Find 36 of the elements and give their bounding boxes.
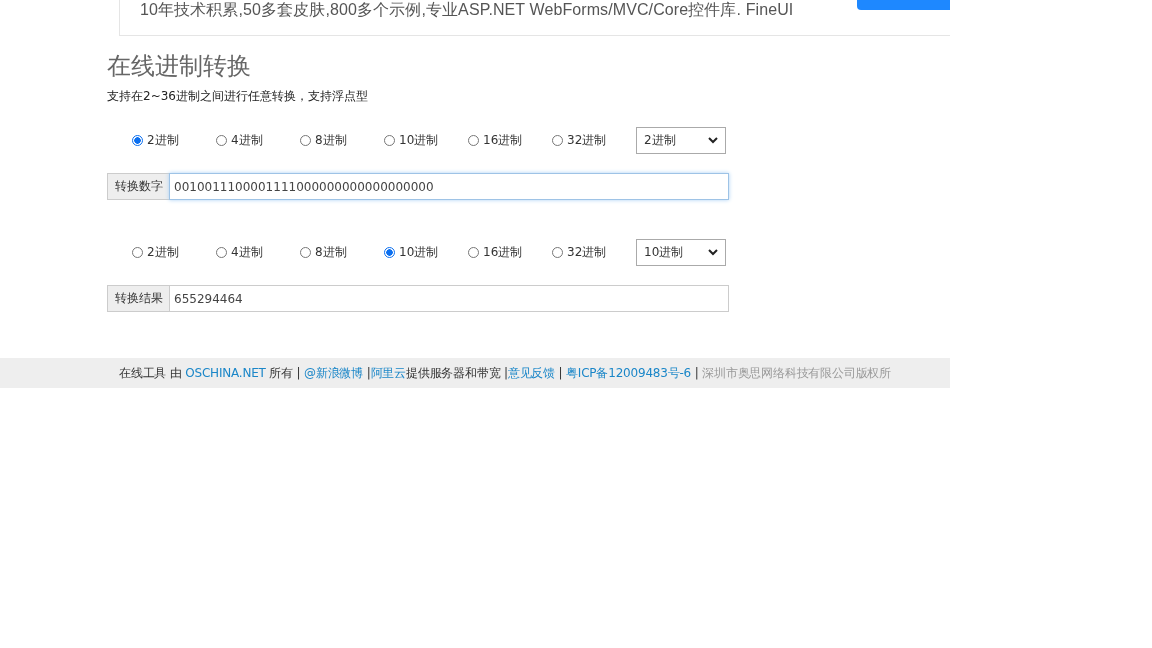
input-field[interactable]: 655294464 — [169, 285, 729, 312]
radio-option[interactable]: 2进制 — [132, 131, 216, 149]
radio-option[interactable]: 8进制 — [300, 131, 384, 149]
footer-text: 在线工具 由 — [119, 364, 183, 382]
chevron-down-icon — [708, 136, 718, 144]
footer-text: 所有 | — [268, 364, 302, 382]
banner-text: 10年技术积累,50多套皮肤,800多个示例,专业ASP.NET WebForms/MVC/Core控件库. FineUI — [140, 0, 794, 20]
base-dropdown[interactable]: 10进制 — [636, 238, 726, 266]
radio-option[interactable]: 10进制 — [384, 131, 468, 149]
footer-text: | — [557, 366, 564, 380]
footer-text: | — [693, 366, 700, 380]
radio-option[interactable]: 32进制 — [552, 243, 636, 261]
field-label: 转换数字 — [107, 173, 169, 200]
footer-text: | — [365, 366, 371, 380]
copyright-text: 深圳市奥思网络科技有限公司版权所 — [702, 364, 891, 382]
base-dropdown[interactable]: 2进制 — [636, 126, 726, 154]
radio-option[interactable]: 16进制 — [468, 243, 552, 261]
input-field[interactable]: 0010011100001111000000000000000000 — [169, 173, 729, 200]
page-subtitle: 支持在2~36进制之间进行任意转换，支持浮点型 — [107, 88, 369, 104]
radio-button[interactable] — [132, 134, 143, 146]
page-title: 在线进制转换 — [107, 51, 252, 82]
footer-link[interactable]: @新浪微博 — [304, 364, 364, 382]
radio-option[interactable]: 10进制 — [384, 243, 468, 261]
radio-option[interactable]: 8进制 — [300, 243, 384, 261]
field-label: 转换结果 — [107, 285, 169, 312]
footer-link[interactable]: OSCHINA.NET — [185, 366, 266, 380]
radio-option[interactable]: 16进制 — [468, 131, 552, 149]
radio-option[interactable]: 2进制 — [132, 243, 216, 261]
radio-button[interactable] — [384, 246, 395, 258]
footer-link[interactable]: 阿里云 — [370, 364, 406, 382]
footer-text: 提供服务器和带宽 | — [405, 364, 508, 382]
chevron-down-icon — [708, 248, 718, 256]
radio-option[interactable]: 4进制 — [216, 243, 300, 261]
footer-link[interactable]: 粤ICP备12009483号-6 — [566, 364, 692, 382]
radio-option[interactable]: 4进制 — [216, 131, 300, 149]
radio-option[interactable]: 32进制 — [552, 131, 636, 149]
